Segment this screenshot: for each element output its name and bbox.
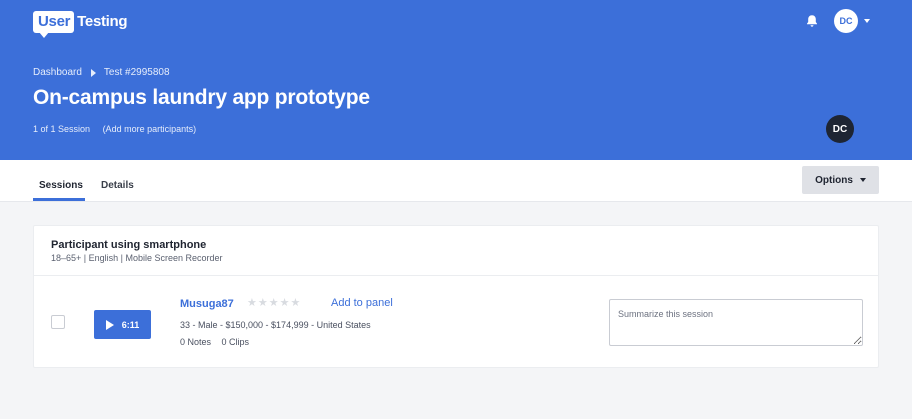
star-icon[interactable]: ★ [291, 296, 301, 310]
session-count-info: 1 of 1 Session (Add more participants) [33, 124, 196, 134]
participant-card: Participant using smartphone 18–65+ | En… [33, 225, 879, 368]
session-count: 1 of 1 Session [33, 124, 91, 134]
star-icon[interactable]: ★ [247, 296, 257, 310]
owner-avatar[interactable]: DC [826, 115, 854, 143]
add-to-panel-link[interactable]: Add to panel [331, 297, 393, 309]
account-menu-chevron-down-icon[interactable] [864, 19, 870, 23]
video-duration: 6:11 [121, 319, 140, 330]
options-button[interactable]: Options [802, 166, 879, 194]
tab-details[interactable]: Details [101, 180, 134, 191]
tab-bar: Sessions Details Options [0, 160, 912, 202]
breadcrumb-dashboard-link[interactable]: Dashboard [33, 67, 82, 78]
active-tab-indicator [33, 198, 85, 201]
play-video-button[interactable]: 6:11 [94, 310, 151, 339]
play-icon [105, 319, 114, 330]
participant-card-header: Participant using smartphone 18–65+ | En… [34, 226, 878, 276]
audience-details: 18–65+ | English | Mobile Screen Recorde… [51, 253, 223, 263]
session-summary-input[interactable] [609, 299, 863, 346]
logo-user-text: User [33, 11, 75, 38]
star-icon[interactable]: ★ [258, 296, 268, 310]
clips-count[interactable]: 0 Clips [222, 337, 250, 347]
notes-count[interactable]: 0 Notes [180, 337, 211, 347]
tab-sessions[interactable]: Sessions [39, 180, 83, 191]
chevron-down-icon [859, 178, 866, 182]
rating-stars[interactable]: ★ ★ ★ ★ ★ [247, 296, 300, 310]
star-icon[interactable]: ★ [269, 296, 279, 310]
options-button-label: Options [815, 174, 853, 186]
usertesting-logo[interactable]: User Testing [33, 11, 128, 38]
header: User Testing DC Dashboard Test #2995808 … [0, 0, 912, 160]
audience-title: Participant using smartphone [51, 239, 207, 251]
breadcrumb-arrow-icon [90, 68, 96, 77]
logo-testing-text: Testing [77, 13, 128, 30]
participant-username-link[interactable]: Musuga87 [180, 298, 234, 310]
page-title: On-campus laundry app prototype [33, 86, 370, 109]
session-select-checkbox[interactable] [51, 315, 65, 329]
breadcrumb-test-id: Test #2995808 [103, 67, 170, 78]
participant-demographics: 33 - Male - $150,000 - $174,999 - United… [180, 320, 371, 330]
user-avatar[interactable]: DC [834, 9, 858, 33]
breadcrumb: Dashboard Test #2995808 [33, 67, 170, 78]
notification-bell-icon[interactable] [805, 14, 819, 28]
star-icon[interactable]: ★ [280, 296, 290, 310]
add-more-participants-link[interactable]: (Add more participants) [103, 124, 197, 134]
notes-clips-counts: 0 Notes 0 Clips [180, 337, 249, 347]
